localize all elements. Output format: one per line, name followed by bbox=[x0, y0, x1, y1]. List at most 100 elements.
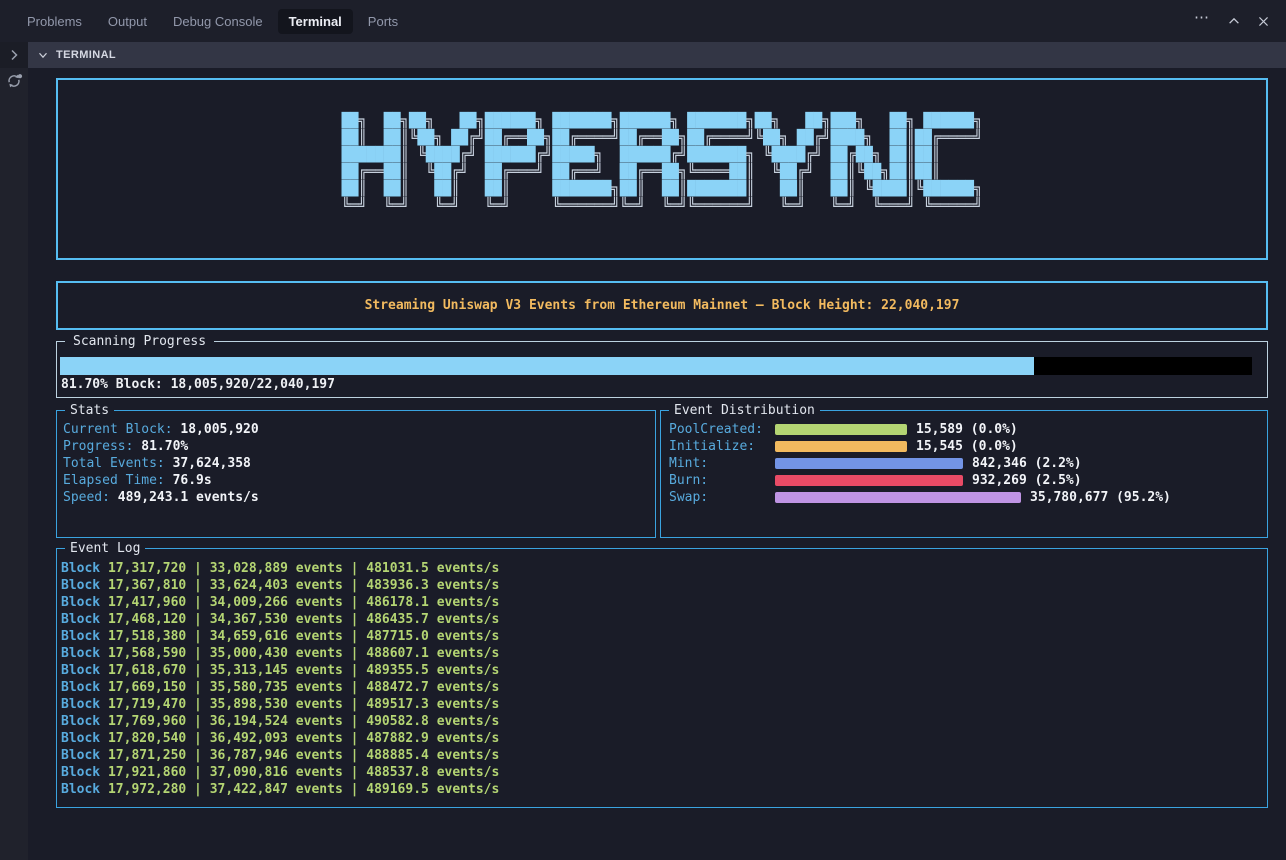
banner-segment bbox=[367, 113, 384, 129]
tab-output[interactable]: Output bbox=[97, 9, 158, 34]
terminal-section-toggle[interactable]: TERMINAL bbox=[36, 48, 116, 62]
sync-icon[interactable] bbox=[5, 72, 23, 90]
banner-segment: ╔══╝ bbox=[569, 164, 603, 180]
stat-row: Speed: 489,243.1 events/s bbox=[63, 489, 655, 506]
stat-label: Total Events: bbox=[63, 456, 165, 471]
banner-segment: ╔══ bbox=[637, 130, 662, 146]
more-actions-icon[interactable]: ⋯ bbox=[1194, 13, 1211, 29]
banner-segment: ██ bbox=[755, 113, 772, 129]
banner-segment: ╔╝ bbox=[468, 130, 485, 146]
log-row-prefix: Block bbox=[61, 595, 108, 610]
tab-ports[interactable]: Ports bbox=[357, 9, 409, 34]
log-row-text: 17,921,860 | 37,090,816 events | 488537.… bbox=[108, 765, 499, 780]
banner-segment: ██ bbox=[552, 164, 569, 180]
banner-segment: ╔╝ bbox=[814, 130, 831, 146]
distribution-row: Swap:35,780,677 (95.2%) bbox=[669, 489, 1267, 506]
tab-debug-console[interactable]: Debug Console bbox=[162, 9, 274, 34]
log-row: Block 17,518,380 | 34,659,616 events | 4… bbox=[61, 628, 1267, 645]
banner-segment: ██ bbox=[662, 164, 679, 180]
chevron-right-icon[interactable] bbox=[6, 47, 22, 63]
tab-terminal[interactable]: Terminal bbox=[278, 9, 353, 34]
terminal-panel-header: TERMINAL bbox=[28, 42, 1286, 68]
banner-segment: ╔══ bbox=[637, 164, 662, 180]
banner-segment bbox=[645, 198, 662, 214]
maximize-panel-icon[interactable] bbox=[1227, 14, 1241, 28]
banner-segment: ███████ bbox=[342, 147, 401, 163]
event-distribution-panel: Event Distribution PoolCreated:15,589 (0… bbox=[660, 410, 1268, 538]
stat-value: 18,005,920 bbox=[173, 422, 259, 437]
banner-segment: ╚ bbox=[417, 147, 425, 163]
distribution-label: Mint: bbox=[669, 456, 775, 471]
banner-segment: ██ bbox=[384, 181, 401, 197]
banner-segment bbox=[409, 164, 426, 180]
log-row-prefix: Block bbox=[61, 578, 108, 593]
hypersync-banner-box: ██╗ ██╗██╗ ██╗██████╗ ███████╗██████╗ ██… bbox=[56, 78, 1268, 260]
terminal-content[interactable]: ██╗ ██╗██╗ ██╗██████╗ ███████╗██████╗ ██… bbox=[28, 68, 1286, 860]
banner-segment: ██████ bbox=[485, 113, 536, 129]
log-row-prefix: Block bbox=[61, 714, 108, 729]
log-row-text: 17,972,280 | 37,422,847 events | 489169.… bbox=[108, 782, 499, 797]
banner-segment: ║ bbox=[502, 181, 510, 197]
panel-tab-bar: ProblemsOutputDebug ConsoleTerminalPorts… bbox=[0, 0, 1286, 42]
banner-segment: ╔══ bbox=[358, 164, 383, 180]
banner-segment: ██ bbox=[763, 130, 780, 146]
distribution-count: 35,780,677 (95.2%) bbox=[1030, 490, 1171, 505]
banner-segment: ║ bbox=[906, 130, 914, 146]
banner-segment bbox=[367, 181, 384, 197]
stat-row: Progress: 81.70% bbox=[63, 438, 655, 455]
banner-segment: ╚═╝ bbox=[434, 198, 459, 214]
banner-segment: ████ bbox=[831, 130, 865, 146]
banner-segment bbox=[856, 198, 873, 214]
banner-segment: ███ bbox=[831, 113, 856, 129]
banner-segment: ██ bbox=[485, 164, 502, 180]
log-row-prefix: Block bbox=[61, 629, 108, 644]
tab-list: ProblemsOutputDebug ConsoleTerminalPorts bbox=[16, 9, 409, 34]
distribution-bar bbox=[775, 492, 1021, 503]
progress-status-text: 81.70% Block: 18,005,920/22,040,197 bbox=[61, 376, 335, 393]
tab-problems[interactable]: Problems bbox=[16, 9, 93, 34]
banner-segment: ║ bbox=[847, 181, 855, 197]
distribution-count: 842,346 (2.2%) bbox=[972, 456, 1082, 471]
distribution-bar bbox=[775, 458, 963, 469]
log-row-text: 17,820,540 | 36,492,093 events | 487882.… bbox=[108, 731, 499, 746]
banner-segment: ╔╝ bbox=[460, 147, 477, 163]
banner-segment bbox=[409, 198, 434, 214]
close-panel-icon[interactable] bbox=[1257, 15, 1270, 28]
banner-segment: ║╚ bbox=[847, 164, 864, 180]
banner-segment: ██ bbox=[342, 181, 359, 197]
banner-segment: ╔════╝╚ bbox=[704, 130, 763, 146]
banner-segment bbox=[805, 181, 830, 197]
banner-segment bbox=[814, 164, 831, 180]
log-row-text: 17,518,380 | 34,659,616 events | 487715.… bbox=[108, 629, 499, 644]
distribution-bar bbox=[775, 441, 907, 452]
banner-segment bbox=[468, 164, 485, 180]
log-row-prefix: Block bbox=[61, 663, 108, 678]
banner-segment bbox=[460, 198, 485, 214]
banner-segment: ║ bbox=[932, 147, 940, 163]
banner-segment bbox=[755, 181, 780, 197]
banner-segment: ╚═╝ bbox=[780, 198, 805, 214]
log-row: Block 17,921,860 | 37,090,816 events | 4… bbox=[61, 764, 1267, 781]
distribution-count: 15,545 (0.0%) bbox=[916, 439, 1018, 454]
log-row-prefix: Block bbox=[61, 697, 108, 712]
banner-segment: ╚ bbox=[763, 147, 771, 163]
banner-segment: ╗╚════ bbox=[679, 164, 730, 180]
banner-segment: ╗ bbox=[476, 113, 484, 129]
banner-segment bbox=[460, 181, 485, 197]
banner-segment: ██ bbox=[527, 130, 544, 146]
banner-segment: ╗ bbox=[611, 113, 619, 129]
banner-segment: ██ bbox=[831, 164, 848, 180]
banner-segment: ███████ bbox=[552, 113, 611, 129]
banner-segment bbox=[780, 113, 805, 129]
log-row-text: 17,719,470 | 35,898,530 events | 489517.… bbox=[108, 697, 499, 712]
banner-segment: ╔════╝ bbox=[932, 130, 983, 146]
log-row-prefix: Block bbox=[61, 646, 108, 661]
banner-segment: ║╚ bbox=[907, 181, 924, 197]
banner-segment: ╚═╝ bbox=[384, 198, 409, 214]
banner-segment: ║╚ bbox=[401, 130, 418, 146]
banner-segment: ╗ bbox=[822, 113, 830, 129]
distribution-bar bbox=[775, 424, 907, 435]
banner-segment: ██ bbox=[890, 113, 907, 129]
banner-segment: ╗ bbox=[746, 113, 754, 129]
banner-segment: ║ bbox=[906, 147, 914, 163]
